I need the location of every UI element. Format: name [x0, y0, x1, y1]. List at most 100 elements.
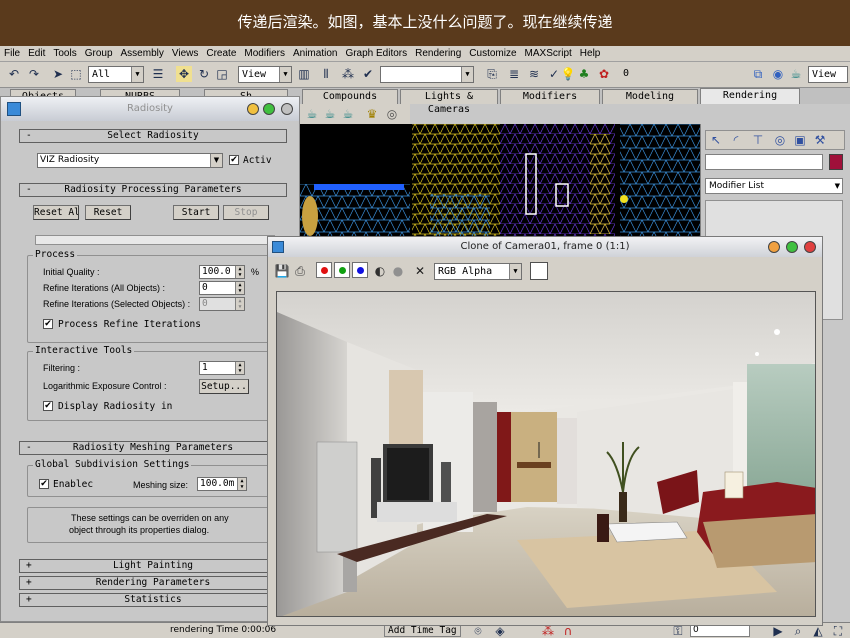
rendering-parameters-rollout[interactable]: + Rendering Parameters	[19, 576, 287, 590]
initial-quality-spinner[interactable]: 100.0 ▲ ▼	[199, 265, 245, 279]
red-channel-button[interactable]	[316, 262, 332, 278]
utilities-tab-icon[interactable]: ⚒	[812, 132, 828, 148]
schematic-icon[interactable]: ⧉	[750, 66, 766, 82]
teapot-icon[interactable]: ♣	[576, 66, 592, 82]
display-radiosity-checkbox[interactable]: ✔	[43, 401, 53, 411]
start-button[interactable]: Start	[173, 205, 219, 220]
maximize-viewport-icon[interactable]: ⛶	[830, 623, 846, 638]
modify-tab-icon[interactable]: ◜	[728, 132, 744, 148]
object-name-field[interactable]	[705, 154, 823, 170]
menu-help[interactable]: Help	[580, 48, 601, 59]
render-teapot-icon[interactable]: ☕	[304, 106, 320, 122]
material-icon[interactable]: ✿	[596, 66, 612, 82]
tab-modifiers[interactable]: Modifiers	[500, 89, 600, 104]
layer-prop-icon[interactable]: ≋	[526, 66, 542, 82]
meshing-parameters-rollout[interactable]: - Radiosity Meshing Parameters	[19, 441, 287, 455]
view-dropdown[interactable]: View	[808, 66, 848, 83]
motion-tab-icon[interactable]: ◎	[772, 132, 788, 148]
layers-icon[interactable]: ≣	[506, 66, 522, 82]
print-icon[interactable]: ⎙	[292, 263, 308, 279]
menu-group[interactable]: Group	[85, 48, 113, 59]
menu-create[interactable]: Create	[206, 48, 236, 59]
snap-icon[interactable]: ✔	[360, 66, 376, 82]
select-by-name-icon[interactable]: ☰	[150, 66, 166, 82]
menu-views[interactable]: Views	[172, 48, 199, 59]
hierarchy-tab-icon[interactable]: ⊤	[750, 132, 766, 148]
tab-lights-cameras[interactable]: Lights & Cameras	[400, 89, 498, 115]
green-channel-button[interactable]	[334, 262, 350, 278]
ref-coord-dropdown[interactable]: View ▼	[238, 66, 292, 83]
create-tab-icon[interactable]: ↖	[708, 132, 724, 148]
active-shade-icon[interactable]: ☕	[340, 106, 356, 122]
clear-icon[interactable]: ✕	[412, 263, 428, 279]
environment-icon[interactable]: ♛	[364, 106, 380, 122]
minimize-icon[interactable]	[768, 241, 780, 253]
reset-all-button[interactable]: Reset All	[33, 205, 79, 220]
display-tab-icon[interactable]: ▣	[792, 132, 808, 148]
color-swatch[interactable]	[530, 262, 548, 280]
menu-tools[interactable]: Tools	[53, 48, 76, 59]
scale-icon[interactable]: ◲	[214, 66, 230, 82]
move-icon[interactable]: ✥	[176, 66, 192, 82]
render-window-titlebar[interactable]: Clone of Camera01, frame 0 (1:1)	[268, 237, 822, 257]
rotate-icon[interactable]: ↻	[196, 66, 212, 82]
menu-animation[interactable]: Animation	[293, 48, 337, 59]
menu-rendering[interactable]: Rendering	[415, 48, 461, 59]
stop-button[interactable]: Stop	[223, 205, 269, 220]
named-selection-dropdown[interactable]: ▼	[380, 66, 474, 83]
menu-graph-editors[interactable]: Graph Editors	[345, 48, 407, 59]
selection-filter-dropdown[interactable]: All ▼	[88, 66, 144, 83]
viewport[interactable]	[300, 124, 700, 239]
select-region-icon[interactable]: ⬚	[68, 66, 84, 82]
tab-modeling[interactable]: Modeling	[602, 89, 698, 104]
reset-button[interactable]: Reset	[85, 205, 131, 220]
close-icon[interactable]	[281, 103, 293, 115]
modifier-list-dropdown[interactable]: Modifier List ▼	[705, 178, 843, 194]
light-painting-rollout[interactable]: + Light Painting	[19, 559, 287, 573]
menu-file[interactable]: File	[4, 48, 20, 59]
menu-assembly[interactable]: Assembly	[121, 48, 164, 59]
blue-channel-button[interactable]	[352, 262, 368, 278]
alpha-channel-icon[interactable]: ◐	[372, 263, 388, 279]
menu-modifiers[interactable]: Modifiers	[244, 48, 285, 59]
material-editor-icon[interactable]: ◉	[770, 66, 786, 82]
light-bulb-icon[interactable]: 💡	[560, 66, 576, 82]
menu-customize[interactable]: Customize	[469, 48, 516, 59]
render-teapot-icon[interactable]: ☕	[788, 66, 804, 82]
array-icon[interactable]: ⁂	[340, 66, 356, 82]
save-icon[interactable]: 💾	[274, 263, 290, 279]
close-icon[interactable]	[804, 241, 816, 253]
setup-button[interactable]: Setup...	[199, 379, 249, 394]
minimize-icon[interactable]	[247, 103, 259, 115]
tab-compounds[interactable]: Compounds	[302, 89, 398, 104]
quick-render-icon[interactable]: ☕	[322, 106, 338, 122]
meshing-size-spinner[interactable]: 100.0m ▲ ▼	[197, 477, 247, 491]
app-icon	[7, 102, 21, 116]
redo-icon[interactable]: ↷	[26, 66, 42, 82]
radiosity-engine-dropdown[interactable]: VIZ Radiosity ▼	[37, 153, 223, 168]
undo-icon[interactable]: ↶	[6, 66, 22, 82]
filtering-spinner[interactable]: 1 ▲ ▼	[199, 361, 245, 375]
mirror-icon[interactable]: ⫴	[318, 66, 334, 82]
tab-rendering[interactable]: Rendering	[700, 88, 800, 104]
active-checkbox[interactable]: ✔	[229, 155, 239, 165]
maximize-icon[interactable]	[786, 241, 798, 253]
named-sel-set-icon[interactable]: ⎘	[484, 66, 500, 82]
maximize-icon[interactable]	[263, 103, 275, 115]
select-radiosity-rollout[interactable]: - Select Radiosity	[19, 129, 287, 143]
pivot-icon[interactable]: ▥	[296, 66, 312, 82]
processing-parameters-rollout[interactable]: - Radiosity Processing Parameters	[19, 183, 287, 197]
object-color-swatch[interactable]	[829, 154, 843, 170]
refine-selected-spinner[interactable]: 0 ▲ ▼	[199, 297, 245, 311]
menu-edit[interactable]: Edit	[28, 48, 45, 59]
statistics-rollout[interactable]: + Statistics	[19, 593, 287, 607]
refine-all-spinner[interactable]: 0 ▲ ▼	[199, 281, 245, 295]
menu-maxscript[interactable]: MAXScript	[525, 48, 572, 59]
process-refine-checkbox[interactable]: ✔	[43, 319, 53, 329]
effects-icon[interactable]: ◎	[384, 106, 400, 122]
enable-meshing-checkbox[interactable]: ✔	[39, 479, 49, 489]
mono-channel-icon[interactable]: ●	[390, 263, 406, 279]
select-arrow-icon[interactable]: ➤	[50, 66, 66, 82]
radiosity-titlebar[interactable]: Radiosity	[1, 97, 299, 121]
channel-dropdown[interactable]: RGB Alpha ▼	[434, 263, 522, 280]
